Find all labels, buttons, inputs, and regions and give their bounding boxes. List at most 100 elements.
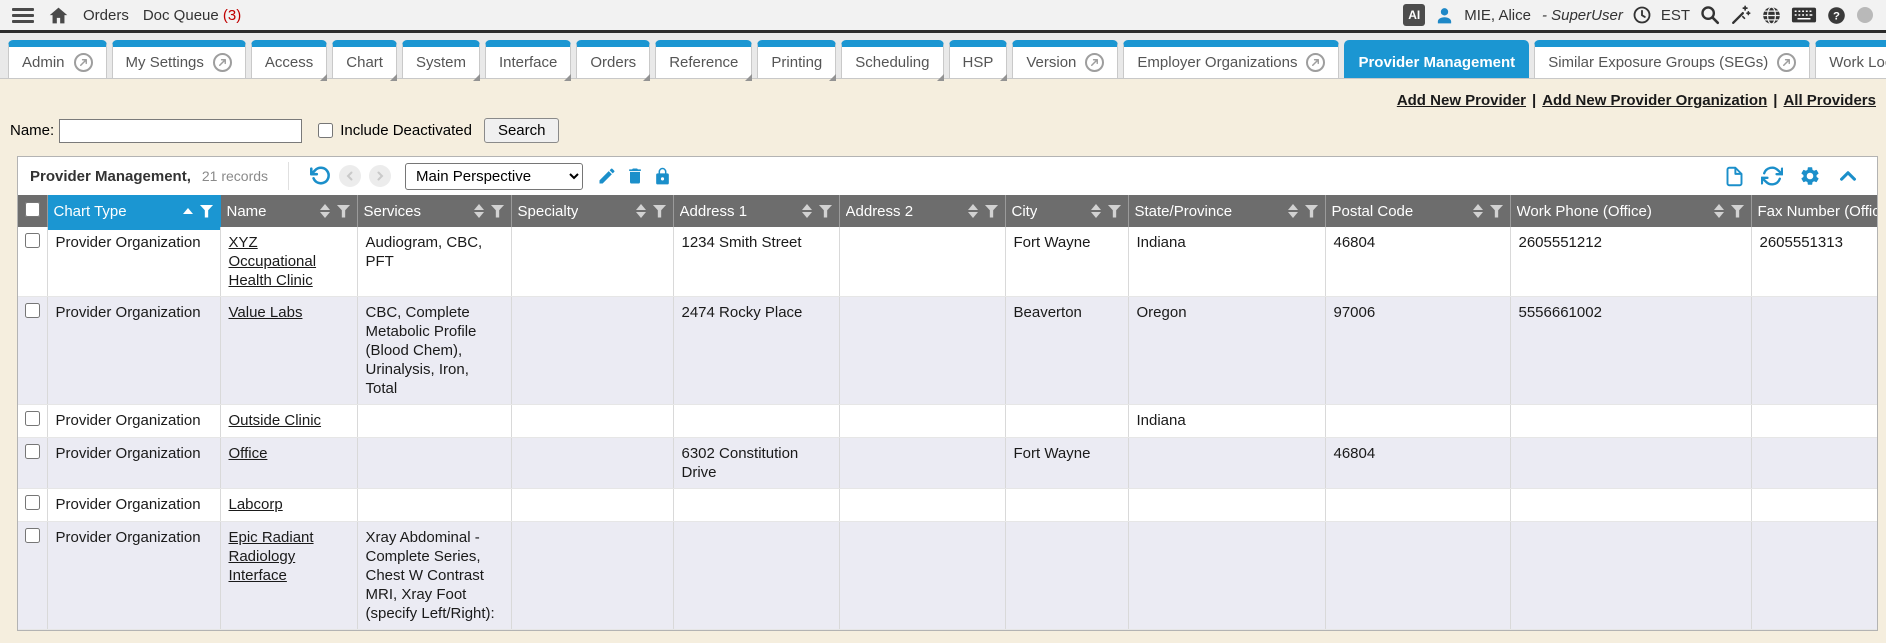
tab-chart[interactable]: Chart <box>332 40 397 78</box>
cell-services: Xray Abdominal - Complete Series, Chest … <box>357 522 511 630</box>
help-icon[interactable]: ? <box>1826 5 1847 26</box>
delete-perspective-icon[interactable] <box>625 166 645 186</box>
orders-link[interactable]: Orders <box>83 7 129 24</box>
provider-name-link[interactable]: Labcorp <box>229 496 283 513</box>
sort-icon[interactable] <box>1473 204 1483 218</box>
search-button[interactable]: Search <box>484 118 560 143</box>
ai-badge[interactable]: AI <box>1403 4 1425 26</box>
magic-wand-icon[interactable] <box>1730 4 1752 26</box>
provider-name-link[interactable]: Outside Clinic <box>229 412 322 429</box>
tab-printing[interactable]: Printing <box>757 40 836 78</box>
sort-icon[interactable] <box>474 204 484 218</box>
sort-icon[interactable] <box>1714 204 1724 218</box>
tab-provider-management[interactable]: Provider Management <box>1344 40 1529 78</box>
filter-icon[interactable] <box>1490 205 1504 218</box>
filter-icon[interactable] <box>337 205 351 218</box>
sort-icon[interactable] <box>1288 204 1298 218</box>
table-scroll-area: Chart TypeNameServicesSpecialtyAddress 1… <box>18 195 1877 630</box>
provider-name-link[interactable]: XYZ Occupational Health Clinic <box>229 234 317 289</box>
column-header-name[interactable]: Name <box>220 195 357 227</box>
tab-version[interactable]: Version <box>1012 40 1118 78</box>
filter-icon[interactable] <box>819 205 833 218</box>
select-all-checkbox[interactable] <box>25 202 40 217</box>
doc-queue-link[interactable]: Doc Queue (3) <box>143 7 241 24</box>
cell-postal <box>1325 489 1510 522</box>
row-select-checkbox[interactable] <box>25 411 40 426</box>
perspective-select[interactable]: Main Perspective <box>405 163 583 190</box>
tab-system[interactable]: System <box>402 40 480 78</box>
grid-toolbar: Provider Management, 21 records Main Per… <box>18 157 1877 195</box>
column-header-fax-number-office[interactable]: Fax Number (Office) <box>1751 195 1877 227</box>
lock-perspective-icon[interactable] <box>653 167 672 186</box>
tab-access[interactable]: Access <box>251 40 327 78</box>
tab-admin[interactable]: Admin <box>8 40 107 78</box>
row-select-cell <box>18 489 47 522</box>
column-header-specialty[interactable]: Specialty <box>511 195 673 227</box>
column-header-state-province[interactable]: State/Province <box>1128 195 1325 227</box>
column-header-city[interactable]: City <box>1005 195 1128 227</box>
tab-label: Orders <box>590 54 636 71</box>
tab-label: Reference <box>669 54 738 71</box>
add-new-provider-organization-link[interactable]: Add New Provider Organization <box>1542 92 1767 109</box>
tab-hsp[interactable]: HSP <box>949 40 1008 78</box>
tab-interface[interactable]: Interface <box>485 40 571 78</box>
settings-gear-icon[interactable] <box>1799 165 1821 187</box>
filter-icon[interactable] <box>653 205 667 218</box>
tab-employer-organizations[interactable]: Employer Organizations <box>1123 40 1339 78</box>
menu-icon[interactable] <box>12 8 34 23</box>
keyboard-icon[interactable] <box>1791 5 1817 25</box>
include-deactivated-checkbox[interactable] <box>318 123 333 138</box>
sort-asc-icon[interactable] <box>183 208 193 214</box>
edit-perspective-icon[interactable] <box>597 166 617 186</box>
row-select-checkbox[interactable] <box>25 303 40 318</box>
home-icon[interactable] <box>48 5 69 26</box>
clock-icon[interactable] <box>1632 5 1652 25</box>
column-header-address-2[interactable]: Address 2 <box>839 195 1005 227</box>
refresh-icon[interactable] <box>1761 165 1783 187</box>
column-header-chart-type[interactable]: Chart Type <box>47 195 220 227</box>
sort-icon[interactable] <box>320 204 330 218</box>
tab-similar-exposure-groups-segs[interactable]: Similar Exposure Groups (SEGs) <box>1534 40 1810 78</box>
filter-icon[interactable] <box>985 205 999 218</box>
sort-icon[interactable] <box>636 204 646 218</box>
tab-reference[interactable]: Reference <box>655 40 752 78</box>
globe-icon[interactable] <box>1761 5 1782 26</box>
cell-address1 <box>673 405 839 438</box>
filter-icon[interactable] <box>1305 205 1319 218</box>
tab-scheduling[interactable]: Scheduling <box>841 40 943 78</box>
filter-icon[interactable] <box>1108 205 1122 218</box>
row-select-checkbox[interactable] <box>25 233 40 248</box>
provider-name-link[interactable]: Value Labs <box>229 304 303 321</box>
collapse-panel-icon[interactable] <box>1837 165 1859 187</box>
sort-icon[interactable] <box>968 204 978 218</box>
row-select-checkbox[interactable] <box>25 528 40 543</box>
row-select-checkbox[interactable] <box>25 444 40 459</box>
column-header-services[interactable]: Services <box>357 195 511 227</box>
cell-fax <box>1751 405 1877 438</box>
add-new-provider-link[interactable]: Add New Provider <box>1397 92 1526 109</box>
filter-icon[interactable] <box>200 205 214 218</box>
cell-postal: 46804 <box>1325 227 1510 297</box>
column-header-address-1[interactable]: Address 1 <box>673 195 839 227</box>
search-icon[interactable] <box>1699 4 1721 26</box>
user-name[interactable]: MIE, Alice <box>1464 7 1531 24</box>
new-document-icon[interactable] <box>1724 166 1745 187</box>
column-header-postal-code[interactable]: Postal Code <box>1325 195 1510 227</box>
previous-page-icon[interactable] <box>339 165 361 187</box>
sort-icon[interactable] <box>802 204 812 218</box>
filter-icon[interactable] <box>491 205 505 218</box>
column-header-work-phone-office[interactable]: Work Phone (Office) <box>1510 195 1751 227</box>
sort-icon[interactable] <box>1091 204 1101 218</box>
row-select-checkbox[interactable] <box>25 495 40 510</box>
all-providers-link[interactable]: All Providers <box>1783 92 1876 109</box>
tab-work-locations[interactable]: Work Locations <box>1815 40 1886 78</box>
provider-name-link[interactable]: Office <box>229 445 268 462</box>
next-page-icon[interactable] <box>369 165 391 187</box>
cell-text: Beaverton <box>1014 304 1082 321</box>
undo-icon[interactable] <box>309 165 331 187</box>
tab-my-settings[interactable]: My Settings <box>112 40 246 78</box>
provider-name-link[interactable]: Epic Radiant Radiology Interface <box>229 529 314 584</box>
tab-orders[interactable]: Orders <box>576 40 650 78</box>
filter-icon[interactable] <box>1731 205 1745 218</box>
name-input[interactable] <box>59 119 302 143</box>
